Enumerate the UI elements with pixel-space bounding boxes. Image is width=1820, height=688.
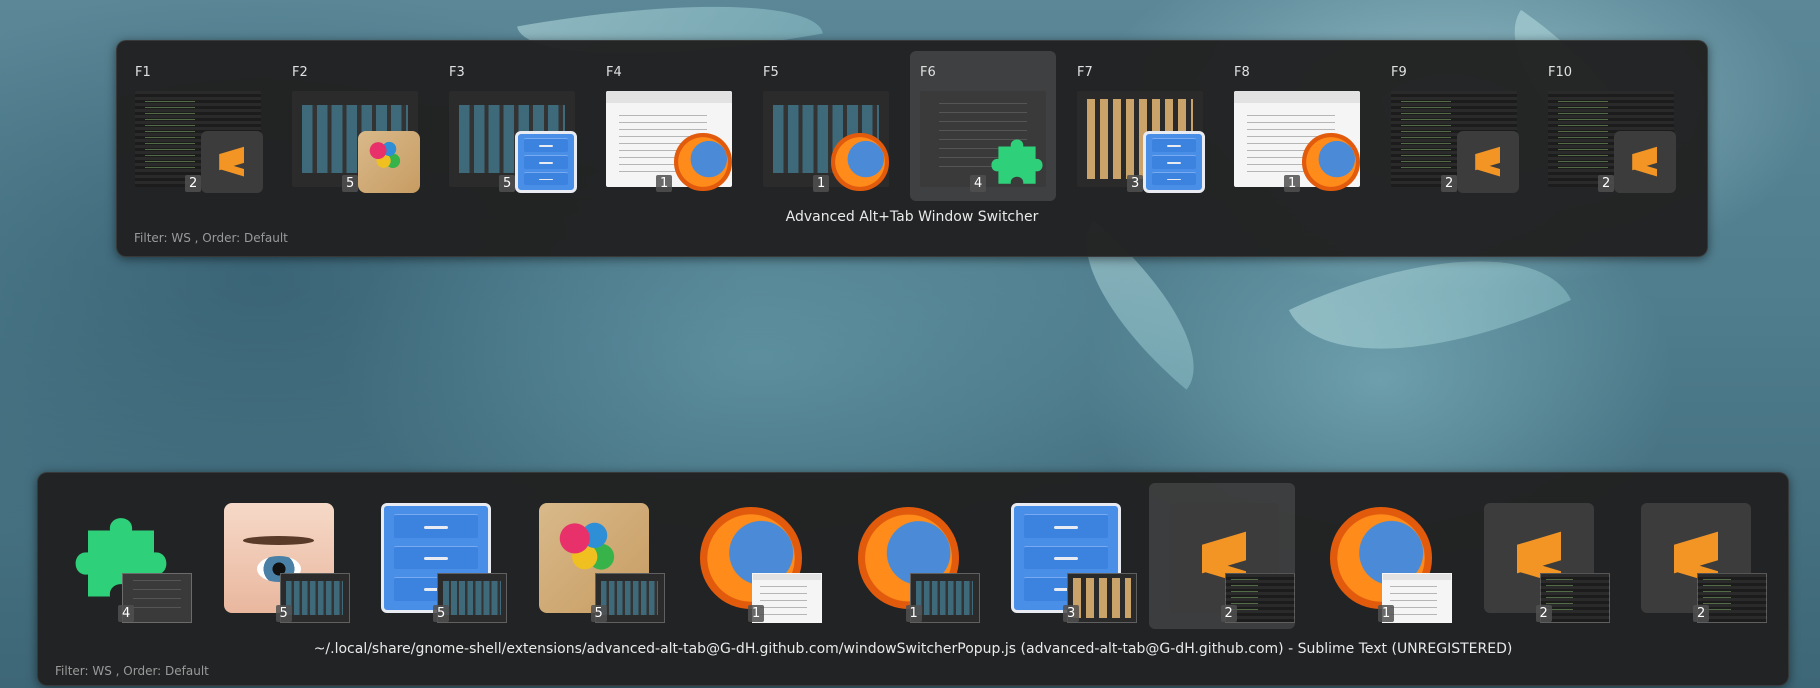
workspace-badge: 1 xyxy=(1378,605,1395,622)
window-item[interactable]: 2 xyxy=(1621,483,1767,629)
sublime-text-icon xyxy=(201,131,263,193)
workspace-badge: 5 xyxy=(275,605,292,622)
paint-icon xyxy=(358,131,420,193)
app-icon-container xyxy=(1614,131,1676,193)
window-item[interactable]: F6 4 xyxy=(910,51,1056,201)
sublime-text-icon xyxy=(1457,131,1519,193)
hotkey-label: F2 xyxy=(292,65,308,80)
window-item[interactable]: F9 2 xyxy=(1381,51,1527,201)
app-icon-container xyxy=(829,131,891,193)
workspace-badge: 5 xyxy=(433,605,450,622)
workspace-badge: 2 xyxy=(1693,605,1710,622)
workspace-badge: 1 xyxy=(748,605,765,622)
hotkey-label: F5 xyxy=(763,65,779,80)
window-item[interactable]: 5 xyxy=(519,483,665,629)
window-item[interactable]: F1 2 xyxy=(125,51,271,201)
filter-status: Filter: WS , Order: Default xyxy=(134,231,288,245)
hotkey-label: F1 xyxy=(135,65,151,80)
workspace-badge: 4 xyxy=(970,175,987,192)
workspace-badge: 5 xyxy=(499,175,516,192)
hotkey-label: F9 xyxy=(1391,65,1407,80)
workspace-badge: 2 xyxy=(1535,605,1552,622)
app-icon-container xyxy=(672,131,734,193)
workspace-badge: 1 xyxy=(905,605,922,622)
window-item[interactable]: F7 3 xyxy=(1067,51,1213,201)
hotkey-label: F4 xyxy=(606,65,622,80)
app-icon-container xyxy=(515,131,577,193)
window-item[interactable]: F5 1 xyxy=(753,51,899,201)
app-icon-container xyxy=(986,131,1048,193)
window-item[interactable]: 4 xyxy=(46,483,192,629)
workspace-badge: 2 xyxy=(1220,605,1237,622)
app-icon-container xyxy=(201,131,263,193)
window-item[interactable]: F4 1 xyxy=(596,51,742,201)
top-window-switcher-popup: F1 2 F2 5 F3 5 F4 1 F5 1 F6 4 F7 3 F8 1 … xyxy=(116,40,1708,257)
workspace-badge: 1 xyxy=(813,175,830,192)
app-icon-container xyxy=(358,131,420,193)
window-item[interactable]: 1 xyxy=(1306,483,1452,629)
workspace-badge: 2 xyxy=(185,175,202,192)
app-icon-container xyxy=(1300,131,1362,193)
window-item[interactable]: 5 xyxy=(361,483,507,629)
filter-status: Filter: WS , Order: Default xyxy=(55,664,209,678)
workspace-badge: 5 xyxy=(342,175,359,192)
window-title-caption: ~/.local/share/gnome-shell/extensions/ad… xyxy=(313,641,1513,657)
firefox-icon xyxy=(1302,133,1360,191)
window-item[interactable]: 1 xyxy=(834,483,980,629)
app-icon-container xyxy=(1143,131,1205,193)
window-item[interactable]: 3 xyxy=(991,483,1137,629)
workspace-badge: 5 xyxy=(590,605,607,622)
hotkey-label: F6 xyxy=(920,65,936,80)
window-item[interactable]: F3 5 xyxy=(439,51,585,201)
workspace-badge: 2 xyxy=(1441,175,1458,192)
workspace-badge: 1 xyxy=(656,175,673,192)
window-item[interactable]: 2 xyxy=(1148,483,1295,629)
workspace-badge: 3 xyxy=(1127,175,1144,192)
sublime-text-icon xyxy=(1614,131,1676,193)
workspace-badge: 4 xyxy=(118,605,135,622)
firefox-icon xyxy=(831,133,889,191)
workspace-badge: 2 xyxy=(1598,175,1615,192)
window-item[interactable]: 2 xyxy=(1464,483,1610,629)
switcher-title: Advanced Alt+Tab Window Switcher xyxy=(785,209,1039,225)
workspace-badge: 1 xyxy=(1284,175,1301,192)
hotkey-label: F7 xyxy=(1077,65,1093,80)
file-manager-icon xyxy=(1143,131,1205,193)
window-item[interactable]: 1 xyxy=(676,483,822,629)
file-manager-icon xyxy=(515,131,577,193)
hotkey-label: F10 xyxy=(1548,65,1573,80)
firefox-icon xyxy=(674,133,732,191)
window-item[interactable]: 5 xyxy=(204,483,350,629)
hotkey-label: F8 xyxy=(1234,65,1250,80)
window-item[interactable]: F2 5 xyxy=(282,51,428,201)
app-icon-container xyxy=(1457,131,1519,193)
bottom-window-switcher-popup: 4 5 5 5 1 1 3 2 1 2 2 ~/.local/share/gno… xyxy=(37,472,1789,686)
hotkey-label: F3 xyxy=(449,65,465,80)
extensions-puzzle-icon xyxy=(986,131,1048,193)
workspace-badge: 3 xyxy=(1063,605,1080,622)
window-item[interactable]: F8 1 xyxy=(1224,51,1370,201)
window-item[interactable]: F10 2 xyxy=(1538,51,1684,201)
